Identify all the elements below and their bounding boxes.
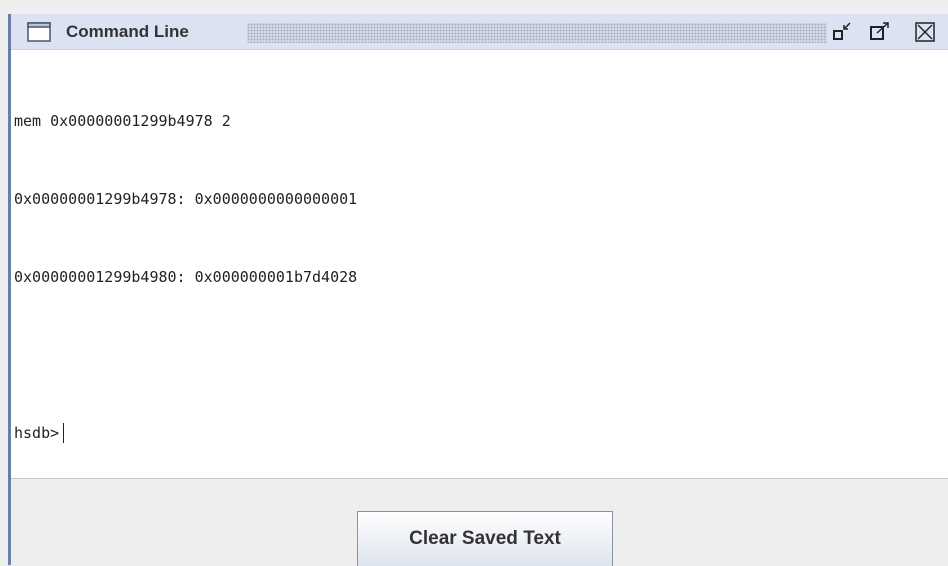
console-line: mem 0x00000001299b4978 2 <box>14 112 231 130</box>
console-prompt-line[interactable]: hsdb> <box>14 420 948 446</box>
console-prompt: hsdb> <box>14 424 60 442</box>
console-line: 0x00000001299b4980: 0x000000001b7d4028 <box>14 268 358 286</box>
console-line: 0x00000001299b4978: 0x0000000000000001 <box>14 190 358 208</box>
minimize-icon[interactable] <box>831 21 853 43</box>
window-title: Command Line <box>66 22 189 41</box>
title-bar[interactable]: Command Line <box>11 14 948 50</box>
button-panel: Clear Saved Text <box>11 478 948 566</box>
command-line-window: Command Line mem 0x00000001299b4978 2 0x… <box>0 0 948 566</box>
window-icon <box>27 22 51 42</box>
clear-saved-text-button[interactable]: Clear Saved Text <box>357 511 613 566</box>
close-icon[interactable] <box>914 21 936 43</box>
console-output[interactable]: mem 0x00000001299b4978 2 0x00000001299b4… <box>11 50 948 478</box>
maximize-icon[interactable] <box>869 21 891 43</box>
title-drag-grip[interactable] <box>247 23 827 43</box>
text-caret <box>63 423 65 443</box>
